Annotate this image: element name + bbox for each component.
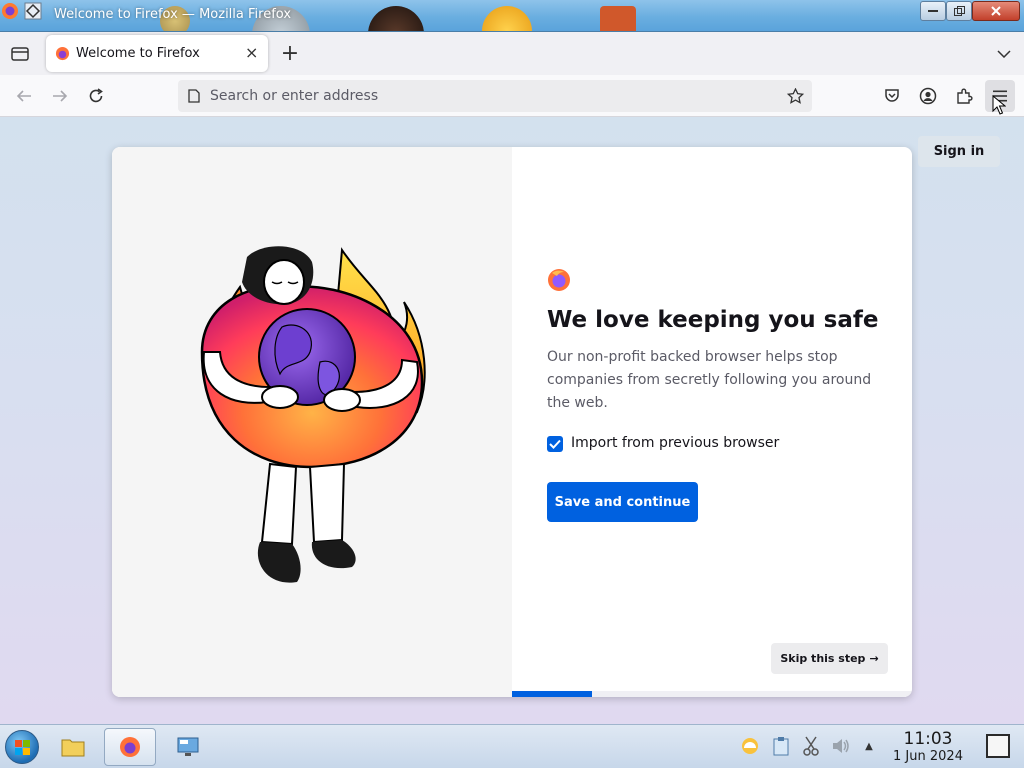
- tab-strip: Welcome to Firefox × +: [0, 32, 1024, 75]
- arrow-right-icon: →: [869, 652, 879, 665]
- volume-icon[interactable]: [831, 736, 851, 756]
- address-placeholder[interactable]: Search or enter address: [210, 88, 378, 104]
- pocket-button[interactable]: [880, 84, 904, 108]
- person-hugging-globe-illustration: [200, 246, 426, 583]
- skip-step-button[interactable]: Skip this step →: [771, 643, 888, 674]
- onboarding-card: We love keeping you safe Our non-profit …: [112, 147, 912, 697]
- maximize-button[interactable]: [946, 1, 972, 21]
- forward-button[interactable]: [48, 84, 72, 108]
- app-menu-icon[interactable]: [24, 2, 42, 20]
- address-bar[interactable]: Search or enter address: [178, 80, 812, 112]
- onboarding-progress: [512, 691, 912, 697]
- tab-label: Welcome to Firefox: [76, 46, 200, 61]
- clipboard-icon[interactable]: [771, 736, 791, 756]
- list-all-tabs-button[interactable]: [992, 42, 1016, 66]
- sign-in-button[interactable]: Sign in: [918, 136, 1000, 167]
- scissors-icon[interactable]: [801, 736, 821, 756]
- restore-icon: [953, 5, 965, 16]
- network-desktop-taskbar-button[interactable]: [162, 728, 214, 766]
- window-title: Welcome to Firefox — Mozilla Firefox: [54, 7, 292, 22]
- clock-date[interactable]: 1 Jun 2024: [880, 749, 976, 764]
- progress-fill: [512, 691, 592, 697]
- close-icon: [991, 6, 1001, 16]
- firefox-icon[interactable]: [1, 2, 19, 20]
- content-panel: We love keeping you safe Our non-profit …: [512, 147, 912, 697]
- firefox-logo-icon: [548, 269, 570, 291]
- illustration-panel: [112, 147, 512, 697]
- show-desktop-icon[interactable]: [986, 734, 1010, 758]
- file-manager-taskbar-button[interactable]: [47, 728, 99, 766]
- import-checkbox[interactable]: [547, 436, 563, 452]
- firefox-view-button[interactable]: [8, 42, 32, 66]
- network-desktop-icon: [177, 737, 199, 756]
- start-orb-icon[interactable]: [5, 730, 39, 764]
- minimize-button[interactable]: [920, 1, 946, 21]
- firefox-tab-icon: [55, 46, 70, 61]
- pocket-icon: [885, 89, 899, 102]
- bookmark-star-icon[interactable]: [787, 88, 804, 104]
- back-button[interactable]: [12, 84, 36, 108]
- taskbar: ▲ 11:03 1 Jun 2024: [0, 724, 1024, 768]
- import-checkbox-label[interactable]: Import from previous browser: [571, 435, 779, 451]
- file-manager-icon: [61, 739, 85, 757]
- firefox-view-icon: [11, 47, 29, 61]
- extensions-icon: [956, 88, 973, 104]
- minimize-icon: [928, 10, 938, 12]
- nav-bar: Search or enter address: [0, 75, 1024, 117]
- desktop-decoration: [482, 6, 532, 31]
- page-icon: [188, 89, 200, 103]
- firefox-taskbar-icon: [120, 737, 140, 757]
- save-and-continue-button[interactable]: Save and continue: [547, 482, 698, 522]
- reload-button[interactable]: [84, 84, 108, 108]
- firefox-taskbar-button[interactable]: [104, 728, 156, 766]
- extensions-button[interactable]: [952, 84, 976, 108]
- windows-flag-icon: [15, 740, 30, 755]
- window-titlebar: Welcome to Firefox — Mozilla Firefox: [0, 0, 1024, 32]
- new-tab-button[interactable]: +: [278, 40, 302, 66]
- desktop-decoration: [600, 6, 636, 31]
- page-content: Sign in We love keeping you safe Our non…: [0, 117, 1024, 724]
- page-headline: We love keeping you safe: [547, 307, 879, 333]
- tray-expand-icon[interactable]: ▲: [859, 736, 879, 756]
- desktop-decoration: [368, 6, 424, 31]
- weather-icon[interactable]: [740, 736, 760, 756]
- close-icon[interactable]: ×: [245, 43, 258, 62]
- forward-arrow-icon: [53, 90, 68, 102]
- account-icon: [919, 87, 937, 105]
- close-window-button[interactable]: [972, 1, 1020, 21]
- mouse-cursor-icon: [992, 95, 1006, 115]
- checkmark-icon: [549, 439, 561, 449]
- reload-icon: [89, 88, 103, 103]
- tab-welcome[interactable]: Welcome to Firefox ×: [46, 35, 268, 72]
- clock-time[interactable]: 11:03: [880, 729, 976, 749]
- back-arrow-icon: [16, 90, 31, 102]
- account-button[interactable]: [916, 84, 940, 108]
- skip-step-label: Skip this step: [780, 652, 866, 665]
- page-description: Our non-profit backed browser helps stop…: [547, 349, 872, 411]
- chevron-down-icon: [997, 50, 1011, 58]
